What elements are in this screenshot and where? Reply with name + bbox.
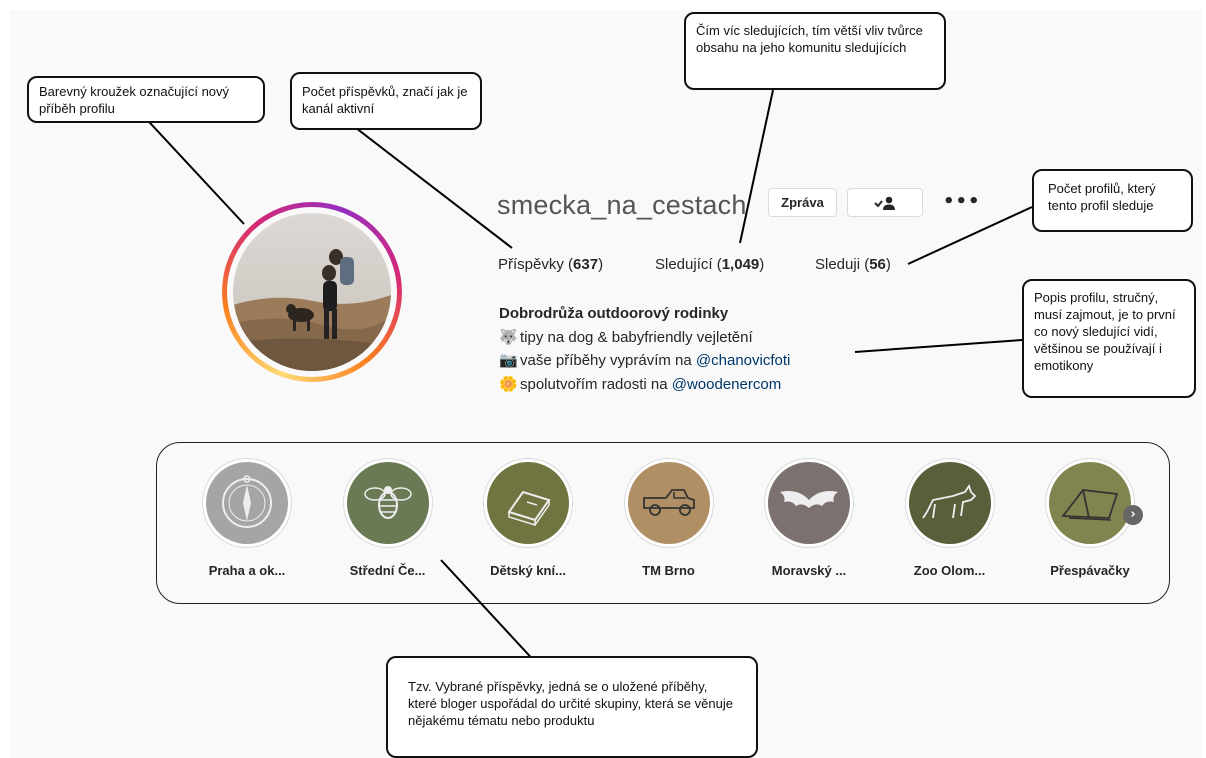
highlight-item[interactable]: Moravský ... (763, 458, 855, 578)
highlight-ring (623, 458, 714, 548)
highlight-ring (764, 458, 854, 548)
person-check-icon (874, 196, 895, 210)
following-button[interactable] (847, 188, 923, 217)
highlight-ring (1045, 458, 1135, 548)
highlight-ring (483, 458, 573, 548)
bio-name: Dobrodrůža outdoorový rodinky (499, 305, 729, 322)
profile-bio: Dobrodrůža outdoorový rodinky 🐺 tipy na d… (499, 302, 790, 396)
highlight-label: Praha a ok... (208, 563, 286, 578)
highlight-label: Zoo Olom... (913, 563, 986, 578)
callout-posts: Počet příspěvků, značí jak je kanál akti… (290, 72, 482, 130)
callout-highlights: Tzv. Vybrané příspěvky, jedná se o ulože… (386, 656, 758, 758)
highlight-item[interactable]: Střední Če... (342, 458, 434, 578)
truck-icon (627, 462, 710, 544)
highlight-item[interactable]: Zoo Olom... (904, 458, 996, 578)
highlight-label: Dětský kní... (490, 563, 566, 578)
callout-bio: Popis profilu, stručný, musí zajmout, je… (1022, 279, 1196, 398)
highlight-label: TM Brno (642, 563, 695, 578)
message-button[interactable]: Zpráva (768, 188, 837, 217)
posts-count[interactable]: Příspěvky (637) (498, 256, 603, 273)
book-icon (487, 462, 569, 544)
followers-count[interactable]: Sledující (1,049) (655, 256, 764, 273)
bee-icon (346, 462, 429, 544)
wolf-emoji-icon: 🐺 (499, 328, 518, 346)
highlight-label: Moravský ... (771, 563, 847, 578)
wolf-icon (908, 462, 991, 544)
avatar (233, 213, 391, 371)
bio-line: 🐺 tipy na dog & babyfriendly vejletění (499, 326, 790, 350)
bio-mention-link[interactable]: @chanovicfoti (696, 352, 790, 369)
highlight-item[interactable]: Praha a ok... (201, 458, 293, 578)
highlight-ring (904, 458, 995, 548)
more-options-icon[interactable]: ••• (943, 193, 981, 211)
highlight-label: Střední Če... (349, 563, 426, 578)
flower-emoji-icon: 🌼 (499, 375, 518, 393)
camera-emoji-icon: 📷 (499, 352, 518, 369)
bio-line: 📷 vaše příběhy vyprávím na @chanovicfoti (499, 349, 790, 373)
bat-icon (768, 462, 850, 544)
compass-icon (206, 462, 288, 544)
highlight-item[interactable]: Dětský kní... (482, 458, 574, 578)
highlight-item[interactable]: TM Brno (623, 458, 715, 578)
highlight-ring (342, 458, 433, 548)
highlight-item[interactable]: Přespávačky (1044, 458, 1136, 578)
following-count[interactable]: Sleduji (56) (815, 256, 891, 273)
highlight-ring (202, 458, 292, 548)
callout-avatar-ring: Barevný kroužek označující nový příběh p… (27, 76, 265, 123)
callout-following: Počet profilů, který tento profil sleduj… (1032, 169, 1193, 232)
tent-icon (1049, 462, 1131, 544)
bio-mention-link[interactable]: @woodenercom (672, 376, 781, 393)
callout-followers: Čím víc sledujících, tím větší vliv tvůr… (684, 12, 946, 90)
highlight-label: Přespávačky (1050, 563, 1130, 578)
avatar-story-ring[interactable] (222, 202, 402, 382)
chevron-right-icon[interactable]: › (1123, 505, 1143, 525)
username: smecka_na_cestach (497, 190, 747, 220)
bio-line: 🌼 spolutvořím radosti na @woodenercom (499, 373, 790, 397)
